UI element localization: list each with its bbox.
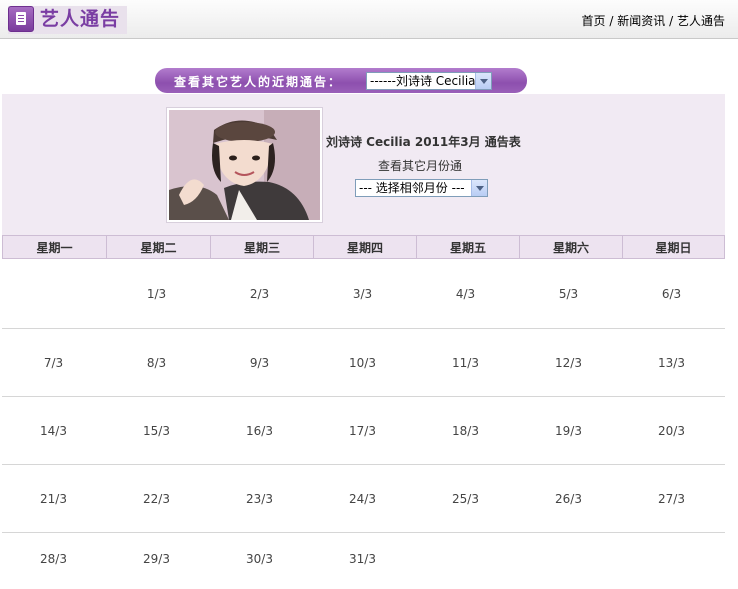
artist-selector-bar: 查看其它艺人的近期通告： ------刘诗诗 Cecilia	[155, 68, 527, 93]
calendar-day-cell: 15/3	[143, 424, 170, 438]
calendar-day-cell: 4/3	[455, 287, 476, 301]
artist-photo	[166, 107, 323, 223]
calendar-day-cell: 29/3	[143, 552, 170, 566]
calendar-day-cell: 21/3	[40, 492, 67, 506]
calendar-day-cell: 25/3	[452, 492, 479, 506]
dropdown-arrow-icon[interactable]	[475, 73, 491, 89]
weekday-header: 星期一	[2, 235, 107, 259]
calendar-day-cell: 20/3	[658, 424, 685, 438]
calendar-day-cell: 28/3	[40, 552, 67, 566]
calendar-day-cell: 27/3	[658, 492, 685, 506]
page-title: 艺人通告	[40, 8, 121, 30]
calendar-day-cell: 14/3	[40, 424, 67, 438]
calendar-day-cell: 30/3	[246, 552, 273, 566]
artist-select-value: ------刘诗诗 Cecilia	[370, 74, 476, 88]
calendar-day-cell: 1/3	[146, 287, 167, 301]
other-months-label: 查看其它月份通	[378, 159, 463, 173]
weekday-header: 星期四	[313, 235, 417, 259]
calendar-day-cell: 19/3	[555, 424, 582, 438]
artist-profile-panel: 刘诗诗 Cecilia 2011年3月 通告表 查看其它月份通 --- 选择相邻…	[2, 94, 725, 235]
calendar-day-cell: 22/3	[143, 492, 170, 506]
calendar-week-row: 7/3 8/3 9/3 10/3 11/3 12/3 13/3	[2, 328, 725, 397]
artist-selector-label: 查看其它艺人的近期通告：	[174, 75, 343, 89]
page-header: 艺人通告 首页 / 新闻资讯 / 艺人通告	[0, 0, 738, 39]
calendar-day-cell: 2/3	[249, 287, 270, 301]
calendar-week-row: 1/3 2/3 3/3 4/3 5/3 6/3	[2, 260, 725, 328]
calendar-day-cell: 17/3	[349, 424, 376, 438]
breadcrumb-current: 艺人通告	[676, 14, 725, 28]
weekday-header: 星期三	[210, 235, 314, 259]
calendar-day-cell: 3/3	[352, 287, 373, 301]
breadcrumb: 首页 / 新闻资讯 / 艺人通告	[582, 12, 725, 29]
calendar-day-cell: 13/3	[658, 356, 685, 370]
calendar-day-cell: 11/3	[452, 356, 479, 370]
calendar-day-cell: 7/3	[43, 356, 64, 370]
calendar-week-row: 28/3 29/3 30/3 31/3	[2, 532, 725, 589]
calendar-day-cell: 16/3	[246, 424, 273, 438]
calendar-day-cell: 18/3	[452, 424, 479, 438]
weekday-header: 星期二	[106, 235, 211, 259]
artist-select[interactable]: ------刘诗诗 Cecilia	[366, 72, 492, 90]
calendar-day-cell: 8/3	[146, 356, 167, 370]
calendar-day-cell: 26/3	[555, 492, 582, 506]
calendar-day-cell: 12/3	[555, 356, 582, 370]
breadcrumb-home-link[interactable]: 首页	[582, 14, 606, 28]
page-title-box: 艺人通告	[8, 6, 127, 34]
dropdown-arrow-icon[interactable]	[471, 180, 487, 196]
calendar-header-row: 星期一 星期二 星期三 星期四 星期五 星期六 星期日	[2, 235, 725, 260]
breadcrumb-separator: /	[609, 14, 614, 28]
calendar-day-cell: 23/3	[246, 492, 273, 506]
weekday-header: 星期五	[416, 235, 520, 259]
notepad-icon	[8, 6, 34, 32]
month-select-value: --- 选择相邻月份 ---	[359, 181, 465, 195]
calendar-day-cell: 9/3	[249, 356, 270, 370]
calendar-day-cell: 10/3	[349, 356, 376, 370]
calendar-day-cell: 6/3	[661, 287, 682, 301]
calendar-day-cell: 24/3	[349, 492, 376, 506]
breadcrumb-news-link[interactable]: 新闻资讯	[617, 14, 665, 28]
month-select[interactable]: --- 选择相邻月份 ---	[355, 179, 488, 197]
calendar-week-row: 14/3 15/3 16/3 17/3 18/3 19/3 20/3	[2, 396, 725, 465]
breadcrumb-separator: /	[669, 14, 674, 28]
calendar-day-cell: 5/3	[558, 287, 579, 301]
calendar-week-row: 21/3 22/3 23/3 24/3 25/3 26/3 27/3	[2, 464, 725, 533]
weekday-header: 星期六	[519, 235, 623, 259]
calendar-day-cell: 31/3	[349, 552, 376, 566]
schedule-title: 刘诗诗 Cecilia 2011年3月 通告表	[326, 135, 521, 149]
weekday-header: 星期日	[622, 235, 725, 259]
